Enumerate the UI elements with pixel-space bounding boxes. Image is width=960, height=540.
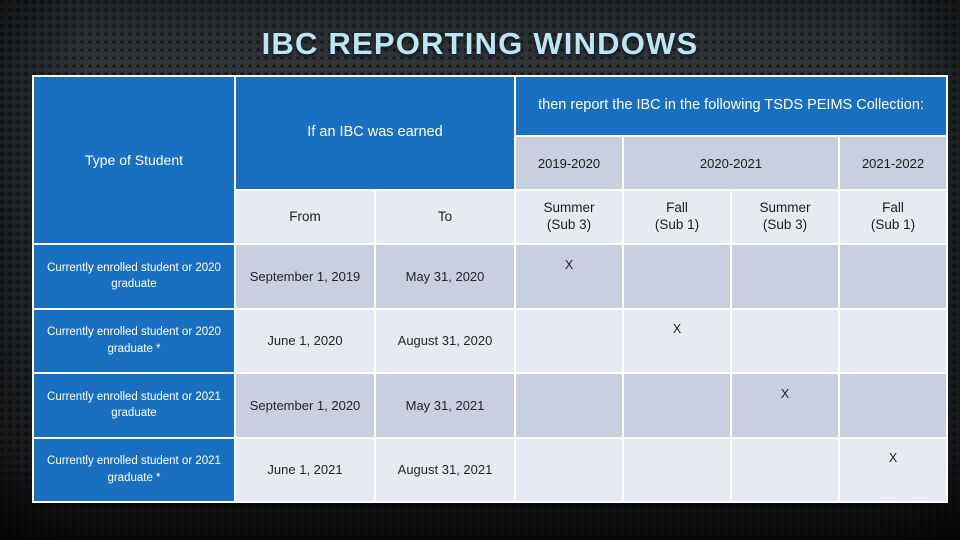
row-to-date: August 31, 2020 [376, 309, 515, 372]
row-mark-fall-sub1-2021 [840, 374, 947, 437]
row-mark-summer-sub3-2019 [516, 309, 623, 372]
collection-sub: (Sub 1) [870, 217, 916, 232]
table-row: Currently enrolled student or 2020 gradu… [34, 309, 947, 372]
collection-season: Summer [759, 200, 811, 216]
header-year-2021-2022: 2021-2022 [840, 137, 947, 189]
row-from-date: June 1, 2021 [236, 438, 374, 501]
collection-season: Fall [666, 200, 688, 216]
row-from-date: September 1, 2019 [236, 245, 374, 308]
collection-sub: (Sub 3) [546, 217, 592, 232]
row-type-label: Currently enrolled student or 2020 gradu… [34, 245, 234, 308]
row-mark-fall-sub1-2020 [624, 374, 731, 437]
row-mark-fall-sub1-2020 [624, 245, 731, 308]
collection-season: Summer [543, 200, 595, 216]
row-mark-summer-sub3-2021 [732, 438, 839, 501]
header-year-2019-2020: 2019-2020 [516, 137, 623, 189]
row-mark-summer-sub3-2021 [732, 245, 839, 308]
header-year-2020-2021: 2020-2021 [624, 137, 839, 189]
header-if-ibc-was-earned: If an IBC was earned [236, 77, 515, 189]
row-type-label: Currently enrolled student or 2020 gradu… [34, 309, 234, 372]
check-mark: X [888, 451, 898, 466]
row-mark-fall-sub1-2021 [840, 309, 947, 372]
check-mark: X [672, 322, 682, 337]
row-mark-summer-sub3-2019 [516, 374, 623, 437]
header-collection-summer-sub3-2019: Summer (Sub 3) [516, 191, 623, 243]
header-collection-fall-sub1-2020: Fall (Sub 1) [624, 191, 731, 243]
header-collection-fall-sub1-2021: Fall (Sub 1) [840, 191, 947, 243]
check-mark: X [564, 257, 574, 272]
table-row: Currently enrolled student or 2021 gradu… [34, 438, 947, 501]
header-from: From [236, 191, 374, 243]
row-mark-summer-sub3-2019: X [516, 245, 623, 308]
check-mark: X [780, 386, 790, 401]
row-mark-summer-sub3-2021: X [732, 374, 839, 437]
table-row: Currently enrolled student or 2020 gradu… [34, 245, 947, 308]
header-row-groups: Type of Student If an IBC was earned the… [34, 77, 947, 243]
row-mark-summer-sub3-2019 [516, 438, 623, 501]
row-mark-summer-sub3-2021 [732, 309, 839, 372]
row-mark-fall-sub1-2020 [624, 438, 731, 501]
row-mark-fall-sub1-2020: X [624, 309, 731, 372]
row-type-label: Currently enrolled student or 2021 gradu… [34, 374, 234, 437]
row-mark-fall-sub1-2021 [840, 245, 947, 308]
row-to-date: May 31, 2020 [376, 245, 515, 308]
row-from-date: September 1, 2020 [236, 374, 374, 437]
table-row: Currently enrolled student or 2021 gradu… [34, 374, 947, 437]
header-then-report-collection: then report the IBC in the following TSD… [516, 77, 947, 135]
collection-sub: (Sub 1) [654, 217, 700, 232]
ibc-reporting-windows-table: Type of Student If an IBC was earned the… [32, 75, 949, 503]
collection-sub: (Sub 3) [762, 217, 808, 232]
row-to-date: May 31, 2021 [376, 374, 515, 437]
header-collection-summer-sub3-2021: Summer (Sub 3) [732, 191, 839, 243]
row-type-label: Currently enrolled student or 2021 gradu… [34, 438, 234, 501]
row-from-date: June 1, 2020 [236, 309, 374, 372]
collection-season: Fall [882, 200, 904, 216]
page-title: IBC REPORTING WINDOWS [261, 26, 699, 61]
row-mark-fall-sub1-2021: X [840, 438, 947, 501]
header-to: To [376, 191, 515, 243]
header-type-of-student: Type of Student [34, 77, 234, 243]
row-to-date: August 31, 2021 [376, 438, 515, 501]
